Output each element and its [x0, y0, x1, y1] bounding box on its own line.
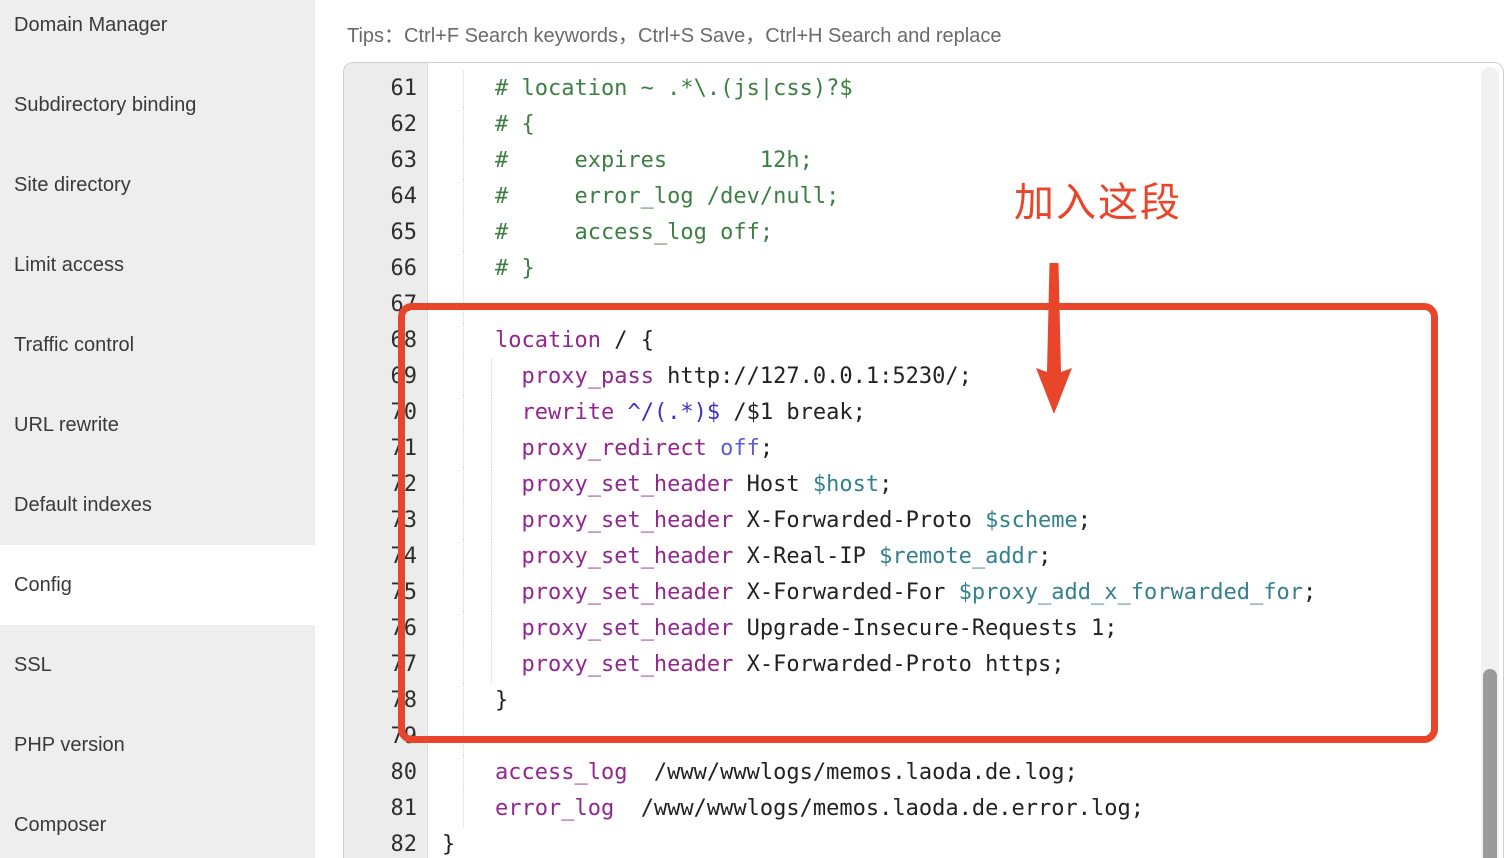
code-token: access_log	[495, 760, 627, 785]
indent-guide	[463, 251, 464, 287]
sidebar-list: Domain ManagerSubdirectory bindingSite d…	[0, 0, 315, 858]
code-line-66[interactable]: # }	[429, 251, 1503, 287]
line-number: 82	[344, 827, 427, 858]
code-line-62[interactable]: # {	[429, 107, 1503, 143]
sidebar-item-url-rewrite[interactable]: URL rewrite	[0, 385, 315, 465]
code-token: /www/wwwlogs/memos.laoda.de.log;	[627, 760, 1077, 785]
code-line-64[interactable]: # error_log /dev/null;	[429, 179, 1503, 215]
sidebar-item-site-directory[interactable]: Site directory	[0, 145, 315, 225]
sidebar-item-subdirectory-binding[interactable]: Subdirectory binding	[0, 65, 315, 145]
sidebar-item-domain-manager[interactable]: Domain Manager	[0, 0, 315, 65]
annotation-box	[398, 303, 1438, 743]
sidebar-item-limit-access[interactable]: Limit access	[0, 225, 315, 305]
sidebar-item-composer[interactable]: Composer	[0, 785, 315, 858]
code-token	[442, 796, 495, 821]
line-number: 80	[344, 755, 427, 791]
line-number: 81	[344, 791, 427, 827]
code-line-80[interactable]: access_log /www/wwwlogs/memos.laoda.de.l…	[429, 755, 1503, 791]
line-number: 62	[344, 107, 427, 143]
code-token: # access_log off;	[442, 220, 773, 245]
code-token: # expires 12h;	[442, 148, 813, 173]
scrollbar-track[interactable]	[1481, 67, 1499, 858]
line-number: 64	[344, 179, 427, 215]
code-token: /www/wwwlogs/memos.laoda.de.error.log;	[614, 796, 1144, 821]
annotation-label: 加入这段	[1014, 170, 1182, 228]
indent-guide	[463, 179, 464, 215]
site-config-panel: Domain ManagerSubdirectory bindingSite d…	[0, 0, 1512, 858]
sidebar-item-config[interactable]: Config	[0, 545, 315, 625]
line-number: 65	[344, 215, 427, 251]
line-number: 61	[344, 71, 427, 107]
code-token: }	[442, 832, 455, 857]
code-line-82[interactable]: }	[429, 827, 1503, 858]
line-number: 63	[344, 143, 427, 179]
code-token: # }	[442, 256, 535, 281]
scrollbar-thumb[interactable]	[1483, 669, 1497, 858]
sidebar-item-traffic-control[interactable]: Traffic control	[0, 305, 315, 385]
sidebar: Domain ManagerSubdirectory bindingSite d…	[0, 0, 315, 858]
line-number: 66	[344, 251, 427, 287]
sidebar-item-default-indexes[interactable]: Default indexes	[0, 465, 315, 545]
code-token: # error_log /dev/null;	[442, 184, 839, 209]
code-line-81[interactable]: error_log /www/wwwlogs/memos.laoda.de.er…	[429, 791, 1503, 827]
code-token: error_log	[495, 796, 614, 821]
tips-bar: Tips：Ctrl+F Search keywords，Ctrl+S Save，…	[347, 19, 1002, 48]
indent-guide	[463, 791, 464, 827]
indent-guide	[463, 107, 464, 143]
code-line-63[interactable]: # expires 12h;	[429, 143, 1503, 179]
indent-guide	[463, 143, 464, 179]
indent-guide	[463, 215, 464, 251]
sidebar-item-ssl[interactable]: SSL	[0, 625, 315, 705]
indent-guide	[463, 755, 464, 791]
code-line-61[interactable]: # location ~ .*\.(js|css)?$	[429, 71, 1503, 107]
code-token: # {	[442, 112, 535, 137]
code-token	[442, 760, 495, 785]
code-token: # location ~ .*\.(js|css)?$	[442, 76, 853, 101]
sidebar-item-php-version[interactable]: PHP version	[0, 705, 315, 785]
code-line-65[interactable]: # access_log off;	[429, 215, 1503, 251]
indent-guide	[463, 71, 464, 107]
